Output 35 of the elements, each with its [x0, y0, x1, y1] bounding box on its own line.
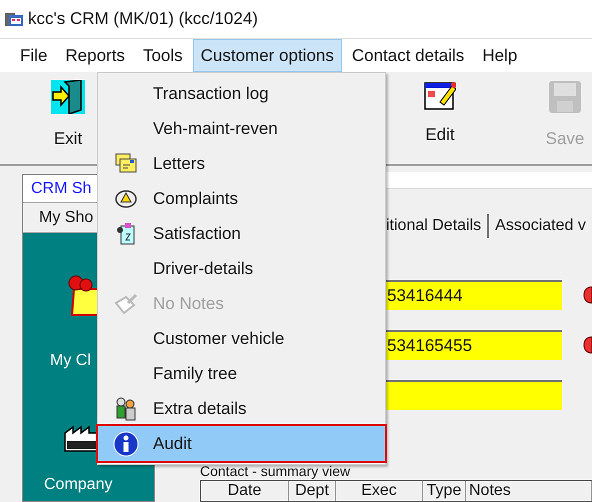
info-icon	[112, 430, 138, 456]
menu-item[interactable]: Veh-maint-reven	[98, 111, 385, 146]
people-icon	[114, 396, 136, 420]
edit-window-icon	[424, 80, 456, 110]
note-pencil-icon	[114, 292, 138, 314]
menu-item[interactable]: Customer vehicle	[98, 321, 385, 356]
column-header[interactable]: Date	[201, 481, 289, 501]
letters-icon	[114, 152, 136, 174]
menu-item[interactable]: Transaction log	[98, 76, 385, 111]
shortcut-label[interactable]: My Cl	[50, 349, 91, 373]
app-icon	[5, 11, 23, 27]
warning-bell-icon	[114, 188, 136, 208]
window-title: kcc's CRM (MK/01) (kcc/1024)	[28, 8, 258, 30]
detail-tab[interactable]: Associated v	[487, 214, 586, 238]
shortcut-label[interactable]: Company	[44, 473, 112, 497]
menu-bar-item[interactable]: Contact details	[344, 39, 472, 72]
detail-tab[interactable]: itional Details	[386, 214, 482, 238]
column-header[interactable]: Dept	[289, 481, 336, 501]
toolbar-button[interactable]: Edit	[415, 72, 465, 164]
section-title: Contact - summary view	[200, 463, 352, 479]
menu-bar-item[interactable]: Reports	[57, 39, 133, 72]
menu-bar-item[interactable]: Tools	[134, 39, 191, 72]
menu-item[interactable]: Extra details	[98, 391, 385, 426]
column-header[interactable]: Exec	[336, 481, 423, 501]
column-header[interactable]: Type	[423, 481, 466, 501]
menu-bar-item[interactable]: Help	[474, 39, 526, 72]
menu-item[interactable]: Family tree	[98, 356, 385, 391]
menu-bar-item[interactable]: File	[12, 39, 56, 72]
toolbar-button[interactable]: Exit	[43, 72, 93, 164]
menu-item[interactable]: Audit	[98, 426, 385, 461]
menu-bar-item[interactable]: Customer options	[192, 39, 342, 72]
door-exit-icon	[51, 80, 85, 114]
column-header[interactable]: Notes	[466, 481, 592, 501]
menu-item[interactable]: Driver-details	[98, 251, 385, 286]
clipboard-icon	[116, 222, 136, 246]
